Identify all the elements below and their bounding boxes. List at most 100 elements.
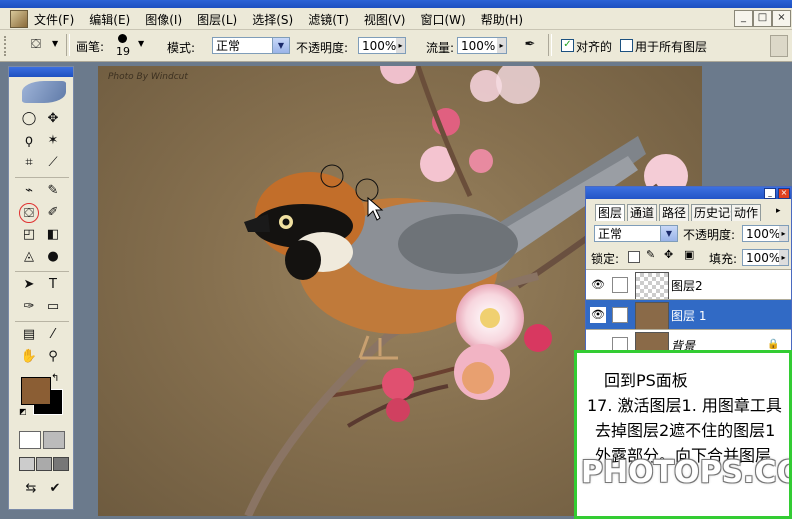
lock-transparency-icon[interactable] [628,251,640,263]
menu-filter[interactable]: 滤镜(T) [308,11,349,28]
aligned-checkbox[interactable]: ✓ [561,39,574,52]
notes-tool-icon[interactable]: ▤ [19,325,39,345]
gradient-tool-icon[interactable]: ◧ [43,225,63,245]
panel-menu-arrow-icon[interactable]: ▸ [776,206,781,216]
history-brush-tool-icon[interactable]: ✐ [43,203,63,223]
blur-tool-icon[interactable]: ◬ [19,247,39,267]
layer-thumbnail [635,272,669,300]
foreground-color-swatch[interactable] [21,377,51,405]
options-bar-grip[interactable] [4,36,9,56]
pen-tool-icon[interactable]: ✑ [19,297,39,317]
path-selection-tool-icon[interactable]: ➤ [19,275,39,295]
menu-image[interactable]: 图像(I) [145,11,182,28]
layer-opacity-input[interactable]: 100% ▸ [742,225,789,242]
tutorial-line-1: 回到PS面板 [604,371,688,390]
menu-window[interactable]: 窗口(W) [420,11,465,28]
default-colors-icon[interactable]: ◩ [19,407,27,416]
fill-arrow-icon[interactable]: ▸ [779,250,788,265]
toolbox: ◯ ✥ ϙ ✶ ⌗ ⟋ ⌁ ✎ ⛋ ✐ ◰ ◧ ◬ ● ➤ T ✑ ▭ ▤ ⁄ … [8,66,74,510]
minimize-button[interactable]: _ [734,10,753,27]
brush-tip-icon[interactable] [118,34,127,43]
toolbox-title-bar[interactable] [9,67,73,77]
panel-close-button[interactable]: × [778,188,790,199]
standard-mode-icon[interactable] [19,431,41,449]
options-bar: ⛋ ▼ 画笔: 19 ▼ 模式: 正常 ▼ 不透明度: 100% ▸ 流量: 1… [0,30,792,62]
menu-edit[interactable]: 编辑(E) [89,11,130,28]
airbrush-icon[interactable]: ✒ [520,35,540,55]
photoshop-app-icon[interactable] [10,10,28,28]
panel-minimize-button[interactable]: _ [764,188,776,199]
menu-view[interactable]: 视图(V) [364,11,406,28]
layer-name[interactable]: 图层2 [671,277,703,294]
flow-slider-arrow-icon[interactable]: ▸ [497,38,506,53]
swap-colors-icon[interactable]: ↰ [51,373,59,384]
jump-to-imageready-icon[interactable]: ⇆ [21,479,41,499]
clone-stamp-preset-icon[interactable]: ⛋ [26,35,46,55]
magic-wand-tool-icon[interactable]: ✶ [43,131,63,151]
standard-screen-mode-icon[interactable] [19,457,35,471]
menu-help[interactable]: 帮助(H) [481,11,523,28]
tab-layers[interactable]: 图层 [595,204,626,221]
healing-brush-tool-icon[interactable]: ⌁ [19,181,39,201]
dodge-tool-icon[interactable]: ● [43,247,63,267]
layer-row[interactable]: 👁 图层2 [586,269,791,300]
tutorial-caption-box: 回到PS面板 17. 激活图层1. 用图章工具 去掉图层2遮不住的图层1 外露部… [574,350,792,519]
opacity-input[interactable]: 100% ▸ [358,37,406,54]
blend-mode-select[interactable]: 正常 ▼ [594,225,678,242]
lock-all-icon[interactable]: ▣ [684,248,694,261]
photo-credit-watermark: Photo By Windcut [108,72,188,82]
lock-pixels-icon[interactable]: ✎ [646,248,655,261]
use-all-layers-checkbox[interactable] [620,39,633,52]
slice-tool-icon[interactable]: ⟋ [43,153,63,173]
layer-opacity-label: 不透明度: [683,228,736,242]
preset-dropdown-arrow-icon[interactable]: ▼ [52,39,58,48]
layer-opacity-arrow-icon[interactable]: ▸ [779,226,788,241]
menu-file[interactable]: 文件(F) [34,11,74,28]
marquee-tool-icon[interactable]: ◯ [19,109,39,129]
layers-panel-title-bar[interactable]: _ × [586,187,791,199]
layer-name[interactable]: 图层 1 [671,307,706,324]
flow-input[interactable]: 100% ▸ [457,37,507,54]
full-screen-mode-icon[interactable] [53,457,69,471]
move-tool-icon[interactable]: ✥ [43,109,63,129]
eraser-tool-icon[interactable]: ◰ [19,225,39,245]
tab-paths[interactable]: 路径 [659,204,690,221]
close-button[interactable]: × [772,10,791,27]
layer-link-box[interactable] [612,277,628,293]
menu-layer[interactable]: 图层(L) [197,11,237,28]
layer-thumbnail [635,302,669,330]
blend-mode-value: 正常 [598,227,623,241]
palette-well-button[interactable] [770,35,788,57]
full-screen-menu-mode-icon[interactable] [36,457,52,471]
eye-visibility-icon[interactable]: 👁 [590,307,606,323]
brush-dropdown-arrow-icon[interactable]: ▼ [138,39,144,48]
zoom-tool-icon[interactable]: ⚲ [43,347,63,367]
eye-visibility-icon[interactable]: 👁 [590,277,606,293]
eyedropper-tool-icon[interactable]: ⁄ [43,325,63,345]
fill-label: 填充: [709,252,738,266]
lasso-tool-icon[interactable]: ϙ [19,131,39,151]
tab-channels[interactable]: 通道 [627,204,658,221]
brush-link-icon[interactable]: ✎ [612,307,628,323]
opacity-slider-arrow-icon[interactable]: ▸ [396,38,405,53]
fill-input[interactable]: 100% ▸ [742,249,789,266]
type-tool-icon[interactable]: T [43,275,63,295]
tutorial-line-2: 17. 激活图层1. 用图章工具 [587,396,782,415]
tab-actions[interactable]: 动作 [731,204,762,221]
layer-row[interactable]: 👁 ✎ 图层 1 [586,299,791,330]
clone-stamp-tool-icon[interactable]: ⛋ [19,203,39,223]
hand-tool-icon[interactable]: ✋ [19,347,39,367]
flow-value: 100% [461,39,496,53]
mode-select[interactable]: 正常 ▼ [212,37,290,54]
adobe-feather-icon[interactable] [22,81,66,103]
edit-in-imageready-icon[interactable]: ✔ [45,479,65,499]
brush-tool-icon[interactable]: ✎ [43,181,63,201]
toolbox-divider [15,271,69,272]
crop-tool-icon[interactable]: ⌗ [19,153,39,173]
restore-button[interactable]: □ [753,10,772,27]
rectangle-tool-icon[interactable]: ▭ [43,297,63,317]
flow-label: 流量: [426,41,455,55]
lock-position-icon[interactable]: ✥ [664,248,673,261]
menu-select[interactable]: 选择(S) [252,11,293,28]
quick-mask-mode-icon[interactable] [43,431,65,449]
